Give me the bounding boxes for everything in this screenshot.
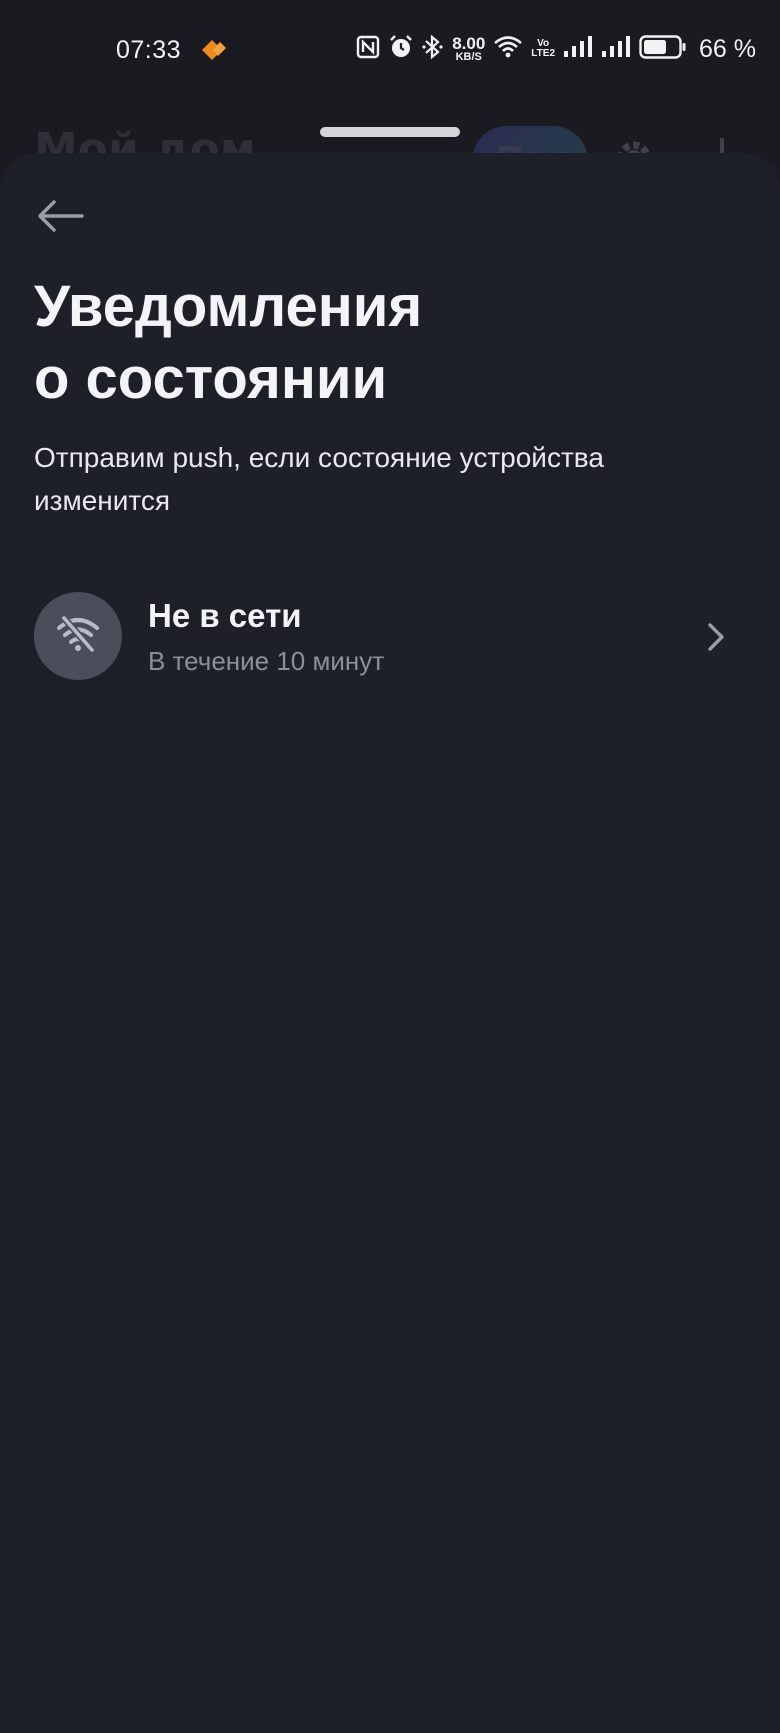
volte-indicator: Vo LTE2	[531, 38, 556, 60]
wifi-off-icon	[55, 614, 101, 658]
item-icon-circle	[34, 592, 122, 680]
app-notification-icon	[200, 38, 228, 66]
status-time: 07:33	[116, 36, 182, 64]
screen: 07:33 8.00 KB/S Vo LTE2 66 % Мой дом Уве…	[0, 0, 780, 1733]
chevron-right-icon	[706, 622, 726, 656]
battery-icon	[639, 35, 687, 63]
sheet-drag-handle[interactable]	[320, 127, 460, 137]
alarm-icon	[388, 34, 414, 64]
network-speed-unit: KB/S	[455, 51, 482, 63]
page-title-line1: Уведомления	[34, 274, 423, 339]
signal-icon-sim1	[563, 35, 593, 63]
wifi-icon	[493, 35, 523, 63]
list-item-offline[interactable]: Не в сети В течение 10 минут	[0, 579, 780, 689]
nfc-icon	[356, 35, 380, 63]
status-icons: 8.00 KB/S Vo LTE2 66 %	[356, 34, 756, 64]
status-bar: 07:33 8.00 KB/S Vo LTE2 66 %	[0, 0, 780, 100]
arrow-left-icon	[36, 199, 84, 237]
volte-bottom: LTE2	[531, 48, 556, 59]
item-title: Не в сети	[148, 597, 302, 634]
page-title-line2: о состоянии	[34, 346, 388, 411]
battery-percent: 66 %	[699, 34, 756, 63]
signal-icon-sim2	[601, 35, 631, 63]
item-subtitle: В течение 10 минут	[148, 646, 385, 676]
network-speed: 8.00 KB/S	[452, 35, 485, 63]
page-subtitle: Отправим push, если состояние устройства…	[34, 442, 604, 516]
notifications-sheet: Уведомления о состоянии Отправим push, е…	[0, 153, 780, 1733]
page-title: Уведомления о состоянии	[34, 271, 734, 415]
back-button[interactable]	[30, 193, 90, 243]
bluetooth-icon	[422, 34, 444, 64]
network-speed-value: 8.00	[452, 34, 486, 53]
